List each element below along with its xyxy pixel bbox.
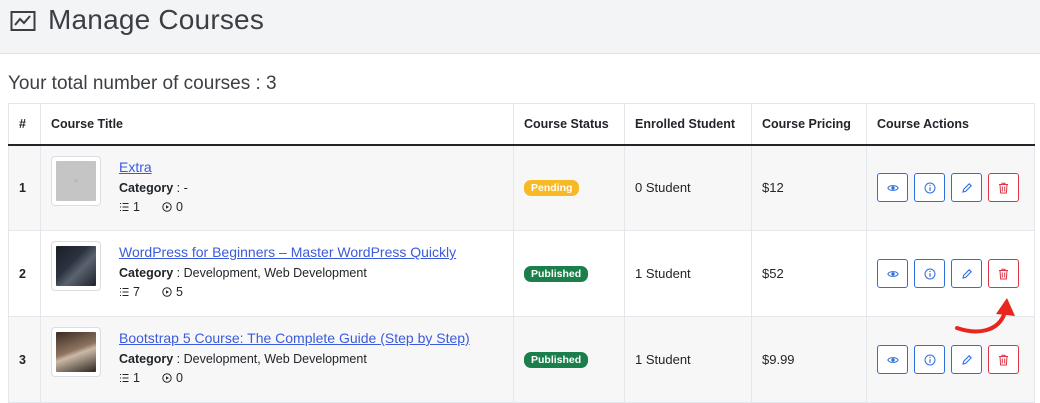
info-icon bbox=[924, 268, 935, 279]
enrolled-cell: 0 Student bbox=[624, 144, 752, 231]
course-image bbox=[56, 332, 96, 372]
video-count: 0 bbox=[175, 199, 183, 214]
play-circle-icon bbox=[162, 373, 172, 383]
video-count: 5 bbox=[175, 285, 183, 299]
edit-button[interactable] bbox=[951, 259, 982, 288]
eye-icon bbox=[886, 356, 899, 363]
course-title-link[interactable]: WordPress for Beginners – Master WordPre… bbox=[119, 244, 456, 260]
play-circle-icon bbox=[162, 287, 172, 297]
course-image bbox=[56, 246, 96, 286]
col-header-pricing: Course Pricing bbox=[751, 103, 867, 146]
page-title: Manage Courses bbox=[48, 4, 265, 35]
table-row: 3 Bootstrap 5 Course: The Complete Guide… bbox=[8, 316, 1035, 403]
enrolled-cell: 1 Student bbox=[624, 230, 752, 317]
placeholder-image: ▭ bbox=[56, 160, 96, 201]
category-label: Category bbox=[119, 180, 174, 195]
category-value: : Development, Web Development bbox=[173, 352, 367, 366]
row-number: 3 bbox=[8, 316, 41, 403]
view-button[interactable] bbox=[877, 345, 908, 374]
status-badge: Published bbox=[524, 266, 589, 282]
course-category: Category : - bbox=[119, 181, 188, 195]
course-count-text: Your total number of courses : 3 bbox=[8, 73, 277, 94]
course-title-cell: ▭ Extra Category : - 1 0 bbox=[40, 144, 514, 231]
col-header-title: Course Title bbox=[40, 103, 514, 146]
price-cell: $12 bbox=[751, 144, 867, 231]
price-cell: $9.99 bbox=[751, 316, 867, 403]
course-category: Category : Development, Web Development bbox=[119, 266, 456, 280]
info-icon bbox=[924, 354, 935, 365]
price-cell: $52 bbox=[751, 230, 867, 317]
eye-icon bbox=[886, 270, 899, 277]
course-meta: 7 5 bbox=[119, 285, 456, 299]
view-button[interactable] bbox=[877, 259, 908, 288]
course-title-cell: Bootstrap 5 Course: The Complete Guide (… bbox=[40, 316, 514, 403]
course-title-link[interactable]: Bootstrap 5 Course: The Complete Guide (… bbox=[119, 330, 470, 346]
info-button[interactable] bbox=[914, 173, 945, 203]
col-header-actions: Course Actions bbox=[866, 103, 1035, 146]
status-cell: Published bbox=[513, 230, 625, 317]
view-button[interactable] bbox=[877, 173, 908, 203]
edit-button[interactable] bbox=[951, 345, 982, 374]
course-thumbnail[interactable] bbox=[51, 241, 101, 291]
lesson-count: 1 bbox=[133, 199, 140, 214]
info-button[interactable] bbox=[914, 259, 945, 288]
list-icon bbox=[120, 287, 129, 297]
video-count: 0 bbox=[175, 371, 183, 385]
row-number: 1 bbox=[8, 144, 41, 231]
chart-line-icon bbox=[10, 11, 36, 31]
delete-button[interactable] bbox=[988, 345, 1019, 374]
course-meta: 1 0 bbox=[119, 371, 470, 385]
info-icon bbox=[924, 182, 935, 194]
delete-button[interactable] bbox=[988, 173, 1019, 203]
actions-cell bbox=[866, 144, 1035, 231]
pencil-icon bbox=[961, 268, 972, 279]
table-row: 2 WordPress for Beginners – Master WordP… bbox=[8, 230, 1035, 317]
pencil-icon bbox=[961, 182, 972, 193]
lesson-count: 1 bbox=[133, 371, 140, 385]
delete-button[interactable] bbox=[988, 259, 1019, 288]
table-header-row: # Course Title Course Status Enrolled St… bbox=[8, 103, 1035, 146]
col-header-status: Course Status bbox=[513, 103, 625, 146]
lesson-count: 7 bbox=[133, 285, 140, 299]
list-icon bbox=[120, 373, 129, 383]
trash-icon bbox=[999, 354, 1008, 365]
course-thumbnail[interactable] bbox=[51, 327, 101, 377]
eye-icon bbox=[886, 184, 899, 191]
course-title-link[interactable]: Extra bbox=[119, 159, 152, 175]
page-header: Manage Courses bbox=[0, 0, 1040, 54]
category-value: : - bbox=[173, 180, 188, 195]
list-icon bbox=[120, 202, 129, 211]
course-title-cell: WordPress for Beginners – Master WordPre… bbox=[40, 230, 514, 317]
status-cell: Published bbox=[513, 316, 625, 403]
category-value: : Development, Web Development bbox=[173, 266, 367, 280]
table-row: 1 ▭ Extra Category : - 1 0 Pending 0 Stu… bbox=[8, 144, 1035, 231]
edit-button[interactable] bbox=[951, 173, 982, 203]
status-badge: Published bbox=[524, 352, 589, 368]
trash-icon bbox=[999, 268, 1008, 279]
pencil-icon bbox=[961, 354, 972, 365]
col-header-enrolled: Enrolled Student bbox=[624, 103, 752, 146]
info-button[interactable] bbox=[914, 345, 945, 374]
trash-icon bbox=[999, 182, 1008, 194]
category-label: Category bbox=[119, 266, 174, 280]
status-cell: Pending bbox=[513, 144, 625, 231]
courses-table: # Course Title Course Status Enrolled St… bbox=[8, 103, 1035, 403]
row-number: 2 bbox=[8, 230, 41, 317]
enrolled-cell: 1 Student bbox=[624, 316, 752, 403]
col-header-number: # bbox=[8, 103, 41, 146]
course-category: Category : Development, Web Development bbox=[119, 352, 470, 366]
category-label: Category bbox=[119, 352, 174, 366]
course-meta: 1 0 bbox=[119, 200, 188, 214]
status-badge: Pending bbox=[524, 180, 580, 197]
play-circle-icon bbox=[162, 201, 172, 212]
course-thumbnail[interactable]: ▭ bbox=[51, 155, 101, 206]
annotation-arrow bbox=[955, 298, 1015, 334]
